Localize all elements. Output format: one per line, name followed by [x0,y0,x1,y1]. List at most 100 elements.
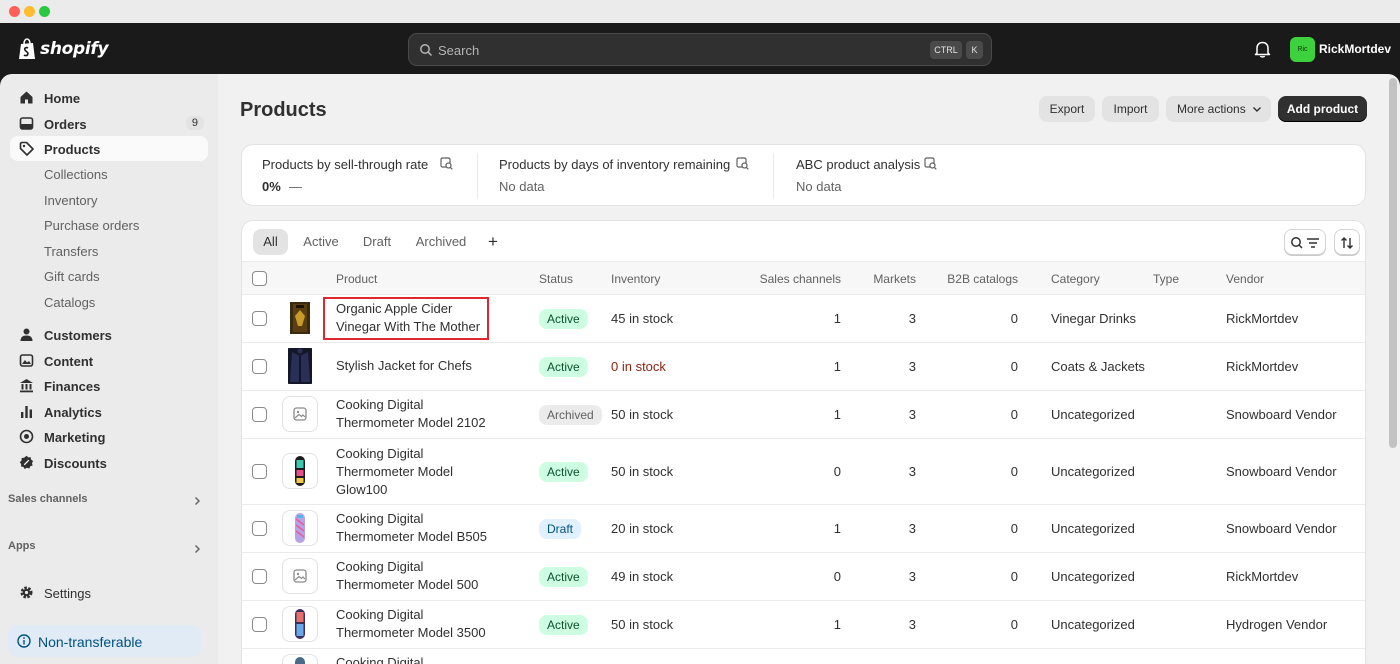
import-button[interactable]: Import [1102,96,1159,122]
select-all-checkbox[interactable] [252,271,267,286]
tag-icon [19,141,34,156]
row-checkbox[interactable] [252,464,267,479]
gear-icon [20,586,33,599]
table-row[interactable]: Cooking Digital [242,649,1365,664]
row-checkbox[interactable] [252,359,267,374]
username[interactable]: RickMortdev [1319,42,1391,56]
header-sales-channels[interactable]: Sales channels [742,272,841,286]
row-checkbox[interactable] [252,569,267,584]
analytics-card-title: Products by days of inventory remaining [499,157,731,172]
row-checkbox[interactable] [252,311,267,326]
tab-draft[interactable]: Draft [356,229,398,255]
sidebar-item-finances[interactable]: Finances [10,373,208,398]
table-row[interactable]: Cooking Digital Thermometer Model 3500 A… [242,601,1365,649]
export-button[interactable]: Export [1039,96,1095,122]
tab-archived[interactable]: Archived [410,229,472,255]
notice-text: Non-transferable [38,634,143,650]
person-icon [20,328,33,341]
sales-channels-value: 1 [833,311,841,326]
shopify-logo[interactable]: shopify [18,37,109,61]
sales-channels-value: 0 [833,464,841,479]
sidebar-item-label: Marketing [44,430,106,445]
sidebar-item-label: Analytics [44,405,102,420]
category-value: Coats & Jackets [1051,359,1145,374]
product-name-link[interactable]: Cooking Digital Thermometer Model 500 [336,558,496,594]
header-type[interactable]: Type [1153,272,1179,286]
apps-heading[interactable]: Apps [8,540,36,552]
minimize-window-button[interactable] [24,6,35,17]
chevron-right-icon[interactable] [192,496,202,506]
product-name-link[interactable]: Cooking Digital Thermometer Model 3500 [336,606,496,642]
inventory-value: 49 in stock [611,569,674,584]
header-inventory[interactable]: Inventory [611,272,660,286]
table-row[interactable]: Cooking Digital Thermometer Model B505 D… [242,505,1365,553]
status-badge: Draft [539,519,582,539]
product-name-link[interactable]: Cooking Digital Thermometer Model Glow10… [336,445,496,499]
row-checkbox[interactable] [252,617,267,632]
product-name-link[interactable]: Cooking Digital Thermometer Model 2102 [336,396,496,432]
product-name-link[interactable]: Cooking Digital [336,654,496,664]
avatar[interactable]: Ric [1290,37,1315,62]
sidebar-item-orders[interactable]: Orders 9 [10,111,208,136]
sales-channels-value: 0 [833,569,841,584]
sidebar-subitem-collections[interactable]: Collections [44,167,108,182]
tab-active[interactable]: Active [296,229,346,255]
sidebar-item-label: Discounts [44,456,107,471]
analytics-card-abc[interactable]: ABC product analysis No data [796,145,996,205]
sidebar-item-analytics[interactable]: Analytics [10,399,208,424]
sales-channels-heading[interactable]: Sales channels [8,493,88,505]
non-transferable-notice[interactable]: Non-transferable [8,625,201,657]
product-name-link[interactable]: Cooking Digital Thermometer Model B505 [336,510,496,546]
product-thumbnail [282,510,318,546]
add-view-button[interactable]: + [488,233,498,250]
sidebar-subitem-catalogs[interactable]: Catalogs [44,295,95,310]
row-checkbox[interactable] [252,407,267,422]
sidebar-item-home[interactable]: Home [10,85,208,110]
sidebar-item-discounts[interactable]: Discounts [10,450,208,475]
analytics-card-days-inventory[interactable]: Products by days of inventory remaining … [499,145,769,205]
sidebar-subitem-transfers[interactable]: Transfers [44,244,98,259]
sidebar-item-content[interactable]: Content [10,348,208,373]
sidebar-item-settings[interactable]: Settings [10,580,208,605]
table-row[interactable]: Stylish Jacket for Chefs Active 0 in sto… [242,343,1365,391]
header-category[interactable]: Category [1051,272,1100,286]
product-thumbnail [282,606,318,642]
report-icon[interactable] [924,157,937,170]
header-product[interactable]: Product [336,272,377,286]
report-icon[interactable] [440,157,453,170]
close-window-button[interactable] [9,6,20,17]
vendor-value: RickMortdev [1226,569,1299,584]
more-actions-button[interactable]: More actions [1166,96,1271,122]
sidebar-subitem-purchase-orders[interactable]: Purchase orders [44,218,139,233]
markets-value: 3 [908,359,916,374]
sidebar-item-marketing[interactable]: Marketing [10,424,208,449]
header-b2b-catalogs[interactable]: B2B catalogs [932,272,1018,286]
analytics-card-sell-through[interactable]: Products by sell-through rate 0% — [262,145,477,205]
product-thumbnail [282,453,318,489]
header-markets[interactable]: Markets [852,272,916,286]
table-row[interactable]: Cooking Digital Thermometer Model 2102 A… [242,391,1365,439]
product-name-link[interactable]: Stylish Jacket for Chefs [336,357,496,375]
sort-button[interactable] [1334,229,1360,255]
header-vendor[interactable]: Vendor [1226,272,1264,286]
table-row[interactable]: Cooking Digital Thermometer Model 500 Ac… [242,553,1365,601]
bell-icon[interactable] [1254,40,1271,58]
sidebar-item-customers[interactable]: Customers [10,322,208,347]
tab-all[interactable]: All [253,229,288,255]
more-actions-label: More actions [1177,102,1246,116]
header-status[interactable]: Status [539,272,573,286]
chevron-right-icon[interactable] [192,544,202,554]
search-bar[interactable]: Search CTRL K [408,33,992,66]
sidebar-subitem-gift-cards[interactable]: Gift cards [44,269,100,284]
add-product-button[interactable]: Add product [1278,96,1367,122]
table-row[interactable]: Cooking Digital Thermometer Model Glow10… [242,439,1365,505]
sidebar-subitem-inventory[interactable]: Inventory [44,193,97,208]
maximize-window-button[interactable] [39,6,50,17]
page-scrollbar[interactable] [1389,78,1397,448]
report-icon[interactable] [736,157,749,170]
row-checkbox[interactable] [252,521,267,536]
sidebar-item-products[interactable]: Products [10,136,208,161]
search-filter-button[interactable] [1284,229,1326,255]
table-row[interactable]: Organic Apple Cider Vinegar With The Mot… [242,295,1365,343]
chevron-down-icon [1253,107,1261,112]
